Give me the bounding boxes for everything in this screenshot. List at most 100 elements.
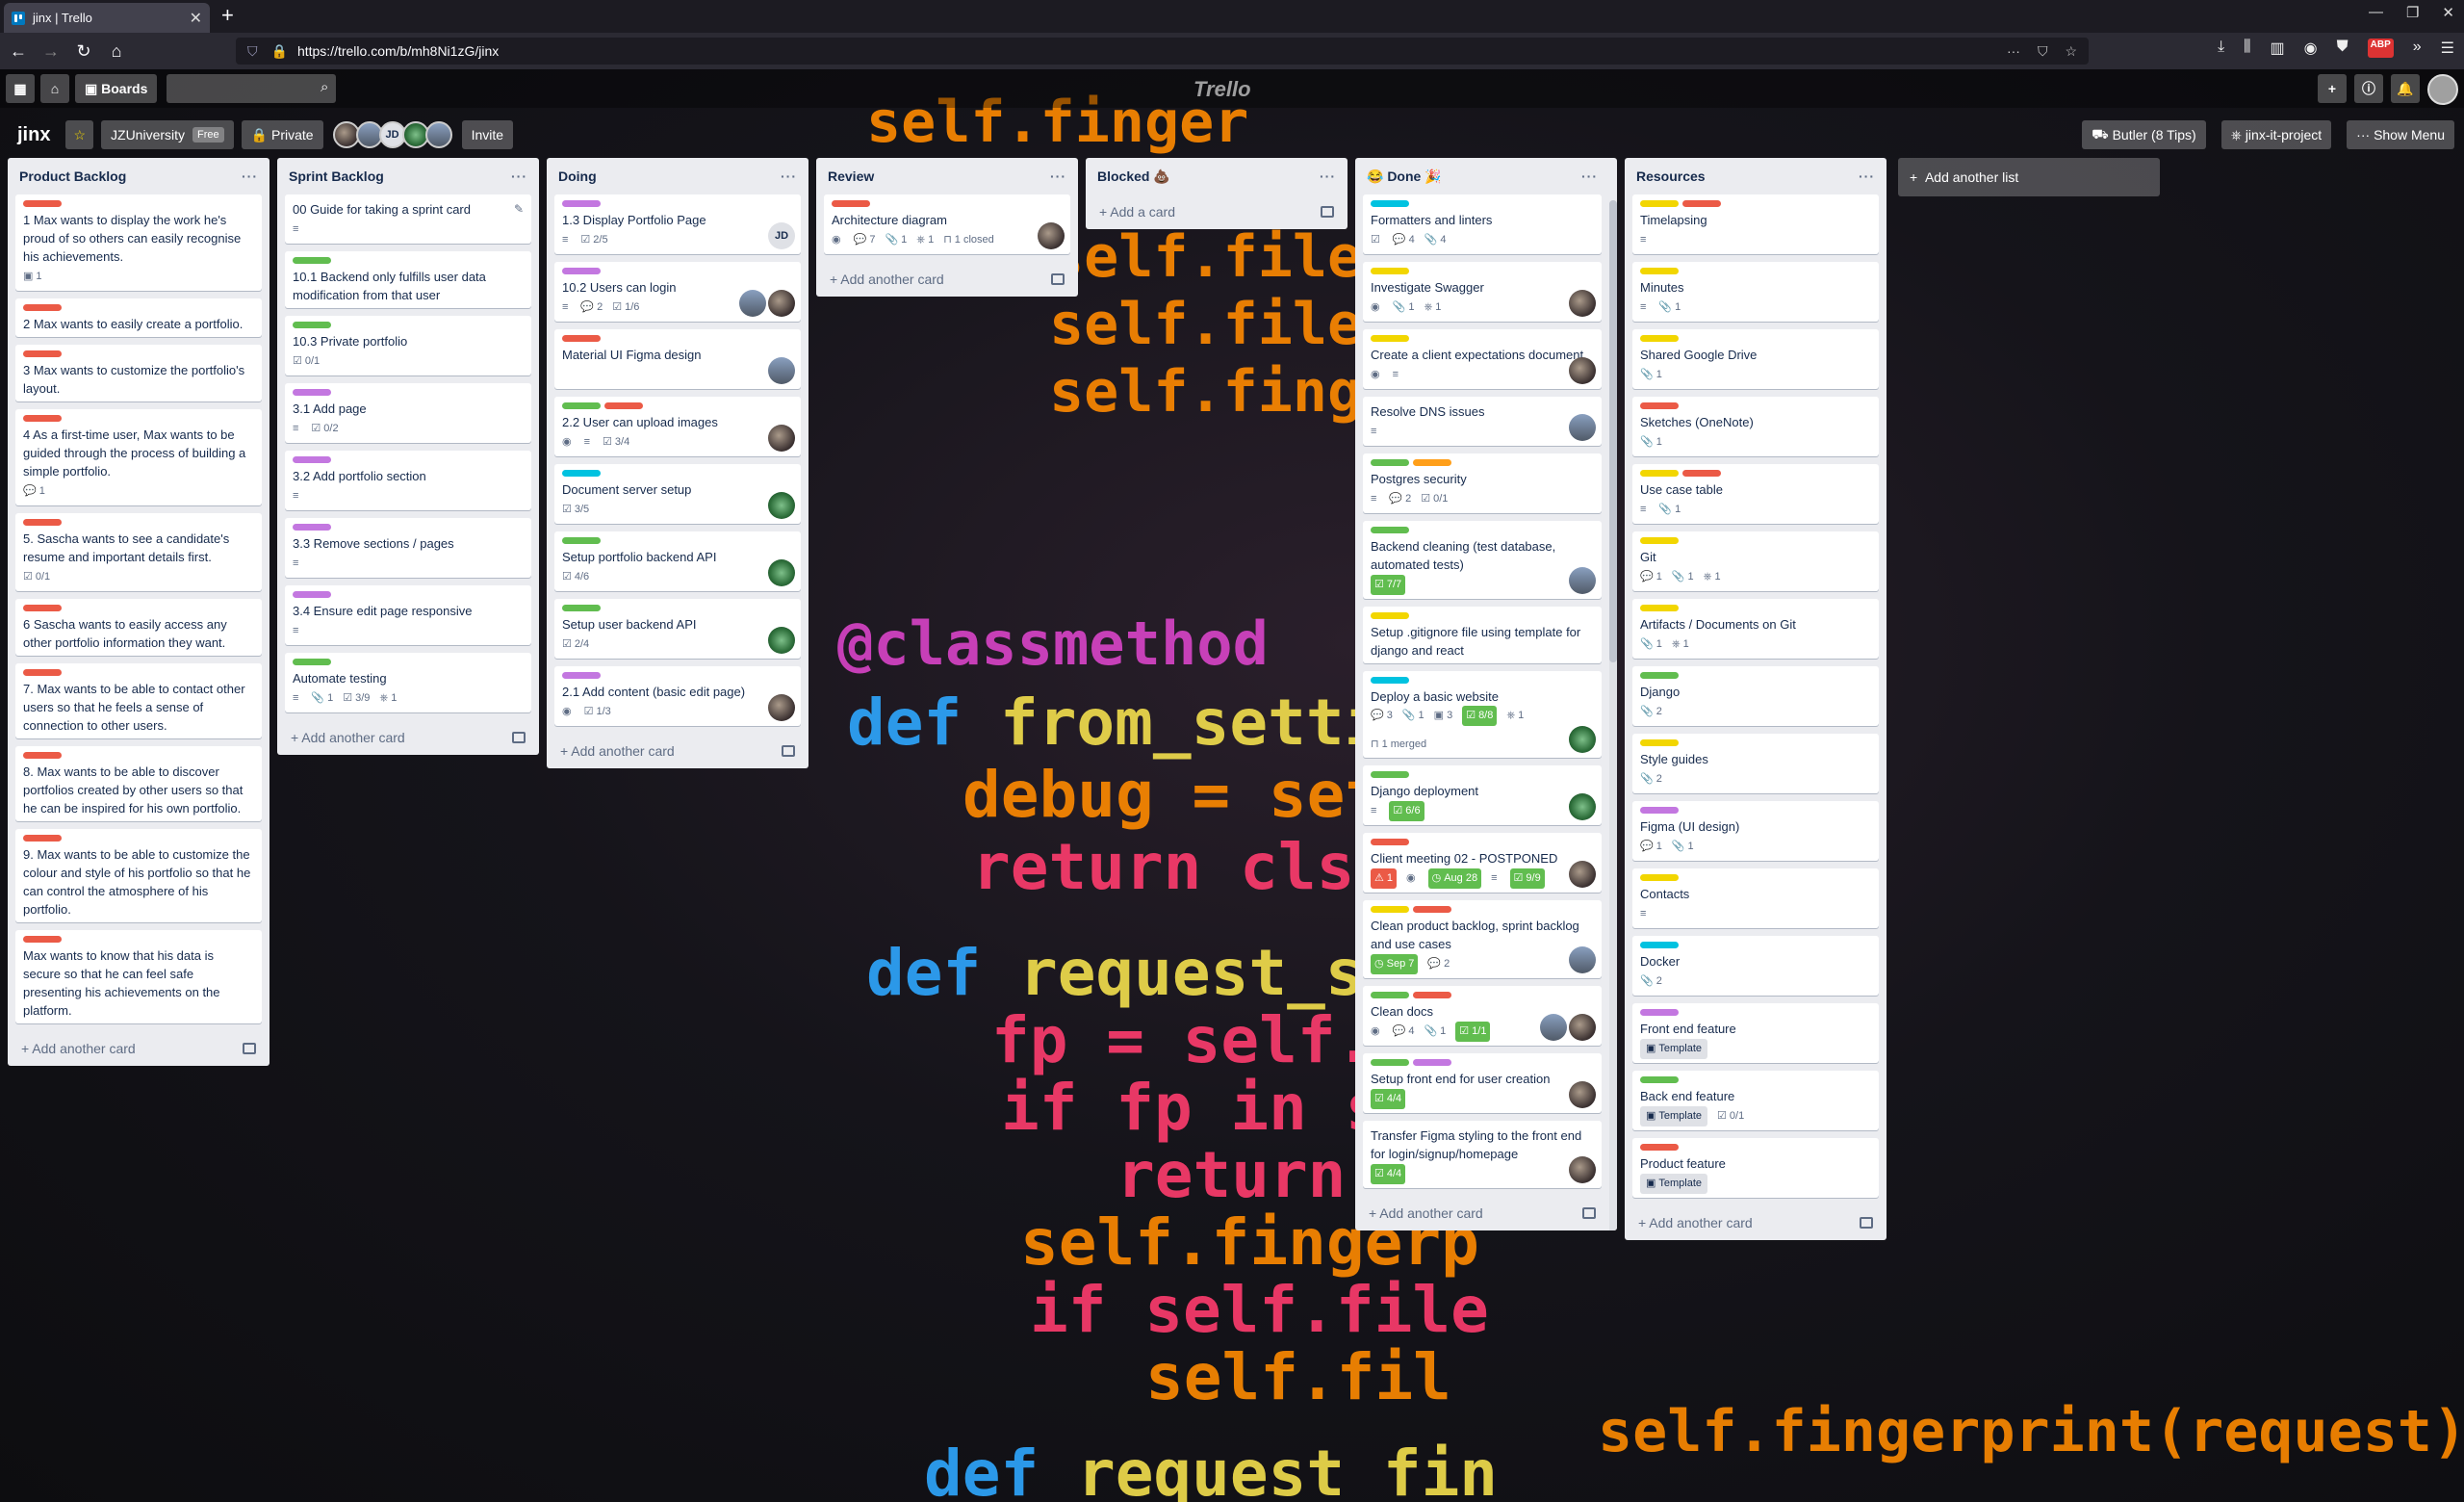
- card[interactable]: Setup front end for user creation ☑ 4/4: [1363, 1053, 1602, 1113]
- reload-icon[interactable]: ↻: [69, 37, 98, 65]
- card-label[interactable]: [1371, 992, 1409, 998]
- card-label[interactable]: [1640, 807, 1679, 814]
- show-menu-button[interactable]: ··· Show Menu: [2347, 120, 2454, 149]
- card[interactable]: Formatters and linters ☑ 💬 4 📎 4: [1363, 194, 1602, 254]
- list-header[interactable]: Blocked 💩 ···: [1093, 158, 1340, 194]
- library-icon[interactable]: ⫼: [2244, 39, 2250, 58]
- card-label[interactable]: [293, 322, 331, 328]
- card[interactable]: Front end feature ▣ Template: [1632, 1003, 1879, 1063]
- search-icon[interactable]: ⌕: [321, 79, 328, 95]
- board-name[interactable]: jinx: [10, 124, 58, 146]
- card-template-icon[interactable]: [1051, 273, 1065, 285]
- add-card-button[interactable]: + Add another card: [15, 1031, 262, 1066]
- avatar[interactable]: [1569, 793, 1596, 820]
- invite-button[interactable]: Invite: [461, 120, 514, 149]
- card-template-icon[interactable]: [1582, 1207, 1596, 1219]
- card[interactable]: Shared Google Drive 📎 1: [1632, 329, 1879, 389]
- card-label[interactable]: [23, 304, 62, 311]
- card-label[interactable]: [293, 257, 331, 264]
- list-menu-icon[interactable]: ···: [511, 168, 527, 184]
- card-label[interactable]: [1371, 906, 1409, 913]
- bookmark-star-icon[interactable]: ☆: [2065, 43, 2077, 60]
- avatar[interactable]: [424, 121, 452, 148]
- list-title[interactable]: Doing: [558, 168, 597, 184]
- card[interactable]: 9. Max wants to be able to customize the…: [15, 829, 262, 922]
- card[interactable]: 3 Max wants to customize the portfolio's…: [15, 345, 262, 401]
- card-label[interactable]: [1371, 1059, 1409, 1066]
- card-label[interactable]: [1413, 1059, 1451, 1066]
- card-label[interactable]: [1640, 200, 1679, 207]
- url-text[interactable]: https://trello.com/b/mh8Ni1zG/jinx: [297, 43, 2007, 59]
- card[interactable]: Artifacts / Documents on Git 📎 1 ⎈ 1: [1632, 599, 1879, 659]
- avatar[interactable]: [768, 627, 795, 654]
- avatar[interactable]: [1569, 1014, 1596, 1041]
- list-title[interactable]: Sprint Backlog: [289, 168, 384, 184]
- list-header[interactable]: Product Backlog ···: [15, 158, 262, 194]
- apps-grid-icon[interactable]: ▦: [6, 74, 35, 103]
- card[interactable]: Sketches (OneNote) 📎 1: [1632, 397, 1879, 456]
- avatar[interactable]: [739, 290, 766, 317]
- sidebar-icon[interactable]: ▥: [2271, 39, 2285, 58]
- card[interactable]: 3.3 Remove sections / pages ≡: [285, 518, 531, 578]
- list-title[interactable]: 😂 Done 🎉: [1367, 168, 1442, 185]
- card-label[interactable]: [23, 200, 62, 207]
- card-label[interactable]: [1413, 906, 1451, 913]
- avatar[interactable]: [1569, 861, 1596, 888]
- card[interactable]: 3.2 Add portfolio section ≡: [285, 451, 531, 510]
- card[interactable]: Client meeting 02 - POSTPONED ⚠ 1 ◉ ◷ Aug 28 ≡…: [1363, 833, 1602, 893]
- search-input[interactable]: ⌕: [167, 74, 337, 103]
- card[interactable]: Setup portfolio backend API ☑ 4/6: [554, 531, 801, 591]
- avatar[interactable]: [1569, 357, 1596, 384]
- card[interactable]: Resolve DNS issues ≡: [1363, 397, 1602, 446]
- list-scrollbar[interactable]: [1609, 200, 1617, 1230]
- card-label[interactable]: [1371, 771, 1409, 778]
- card-label[interactable]: [1371, 459, 1409, 466]
- avatar[interactable]: [768, 559, 795, 586]
- card[interactable]: Material UI Figma design: [554, 329, 801, 389]
- back-icon[interactable]: ←: [4, 37, 33, 65]
- card[interactable]: Product feature ▣ Template: [1632, 1138, 1879, 1198]
- card[interactable]: Setup user backend API ☑ 2/4: [554, 599, 801, 659]
- card[interactable]: Architecture diagram ◉ 💬 7 📎 1 ⎈ 1 ⊓ 1 closed: [824, 194, 1070, 254]
- list-menu-icon[interactable]: ···: [1581, 168, 1598, 184]
- card-template-icon[interactable]: [243, 1043, 256, 1054]
- card-label[interactable]: [23, 936, 62, 943]
- card[interactable]: 2.1 Add content (basic edit page) ◉ ☑ 1/3: [554, 666, 801, 726]
- card-label[interactable]: [1640, 1144, 1679, 1151]
- card[interactable]: Postgres security ≡ 💬 2 ☑ 0/1: [1363, 453, 1602, 513]
- card[interactable]: 3.4 Ensure edit page responsive ≡: [285, 585, 531, 645]
- card-template-icon[interactable]: [512, 732, 526, 743]
- card-label[interactable]: [1640, 739, 1679, 746]
- avatar[interactable]: [1569, 567, 1596, 594]
- card-label[interactable]: [293, 659, 331, 665]
- avatar[interactable]: [768, 290, 795, 317]
- add-card-button[interactable]: + Add another card: [1632, 1205, 1879, 1240]
- card-label[interactable]: [562, 537, 601, 544]
- list-menu-icon[interactable]: ···: [781, 168, 797, 184]
- card-label[interactable]: [562, 672, 601, 679]
- card[interactable]: Back end feature ▣ Template ☑ 0/1: [1632, 1071, 1879, 1130]
- card-label[interactable]: [23, 350, 62, 357]
- info-icon[interactable]: ⓘ: [2354, 74, 2383, 103]
- avatar[interactable]: [1569, 726, 1596, 753]
- adblock-icon[interactable]: ABP: [2367, 39, 2394, 58]
- list-header[interactable]: Resources ···: [1632, 158, 1879, 194]
- edit-icon[interactable]: ✎: [514, 200, 524, 219]
- page-actions-icon[interactable]: ···: [2007, 43, 2020, 60]
- card-label[interactable]: [1413, 992, 1451, 998]
- add-list-button[interactable]: + Add another list: [1898, 158, 2160, 196]
- card-label[interactable]: [562, 470, 601, 477]
- card[interactable]: Contacts ≡: [1632, 868, 1879, 928]
- account-icon[interactable]: ◉: [2304, 39, 2318, 58]
- card-label[interactable]: [1371, 335, 1409, 342]
- menu-icon[interactable]: ☰: [2441, 39, 2454, 58]
- new-tab-icon[interactable]: +: [221, 3, 234, 28]
- avatar[interactable]: [768, 492, 795, 519]
- card-label[interactable]: [1640, 942, 1679, 948]
- card[interactable]: Docker 📎 2: [1632, 936, 1879, 996]
- card[interactable]: 10.3 Private portfolio ☑ 0/1: [285, 316, 531, 376]
- card-label[interactable]: [1371, 268, 1409, 274]
- list-header[interactable]: Sprint Backlog ···: [285, 158, 531, 194]
- avatar[interactable]: [1569, 290, 1596, 317]
- forward-icon[interactable]: →: [37, 37, 65, 65]
